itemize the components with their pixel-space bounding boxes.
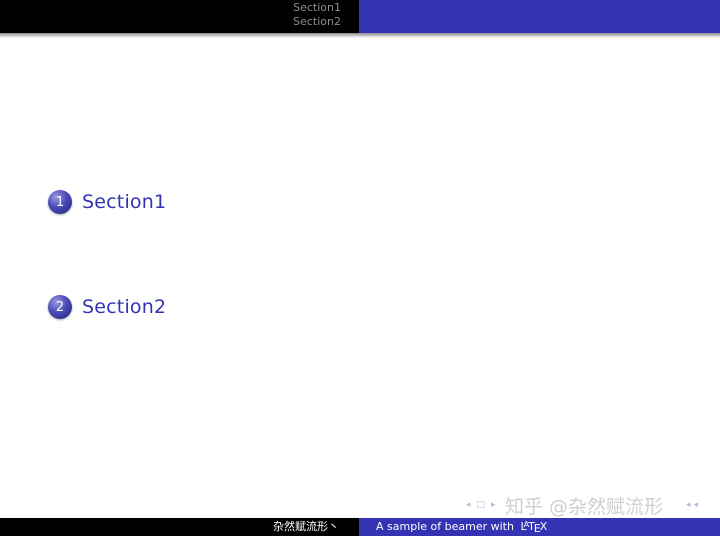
header-nav-section2-link[interactable]: Section2 bbox=[293, 15, 341, 29]
toc-number-ball: 1 bbox=[48, 190, 72, 214]
footer-author: 杂然赋流形丶 bbox=[273, 520, 339, 533]
nav-frame-icon[interactable]: □ bbox=[477, 500, 486, 510]
footer-title: A sample of beamer with LATEX bbox=[376, 519, 547, 536]
beamer-navigation-symbols: ◂ □ ▸ bbox=[466, 500, 496, 510]
footer-author-panel: 杂然赋流形丶 bbox=[0, 518, 359, 536]
nav-search-back-icon[interactable]: ◂ bbox=[694, 500, 699, 510]
toc-item-label: Section2 bbox=[82, 296, 167, 318]
slide-footer: 杂然赋流形丶 A sample of beamer with LATEX bbox=[0, 518, 720, 536]
beamer-navigation-symbols-right: ◂ ◂ bbox=[686, 500, 698, 510]
header-shadow bbox=[0, 33, 720, 38]
header-nav-section1-link[interactable]: Section1 bbox=[293, 1, 341, 15]
toc-item-label: Section1 bbox=[82, 191, 167, 213]
latex-logo: LATEX bbox=[520, 520, 548, 535]
slide-header: Section1 Section2 bbox=[0, 0, 720, 33]
header-section-nav-panel: Section1 Section2 bbox=[0, 0, 359, 33]
toc-item-section2[interactable]: 2 Section2 bbox=[48, 295, 166, 319]
toc-number-ball: 2 bbox=[48, 295, 72, 319]
zhihu-watermark: 知乎 @杂然赋流形 bbox=[505, 496, 664, 518]
footer-title-panel: A sample of beamer with LATEX bbox=[359, 518, 720, 536]
nav-back-icon[interactable]: ◂ bbox=[686, 500, 691, 510]
nav-prev-icon[interactable]: ◂ bbox=[466, 500, 471, 510]
toc-item-section1[interactable]: 1 Section1 bbox=[48, 190, 166, 214]
section-navigation: Section1 Section2 bbox=[293, 1, 341, 29]
header-subsection-panel bbox=[359, 0, 720, 33]
beamer-slide: Section1 Section2 1 Section1 2 Section2 … bbox=[0, 0, 720, 536]
nav-next-icon[interactable]: ▸ bbox=[491, 500, 496, 510]
footer-title-text: A sample of beamer with bbox=[376, 520, 514, 533]
